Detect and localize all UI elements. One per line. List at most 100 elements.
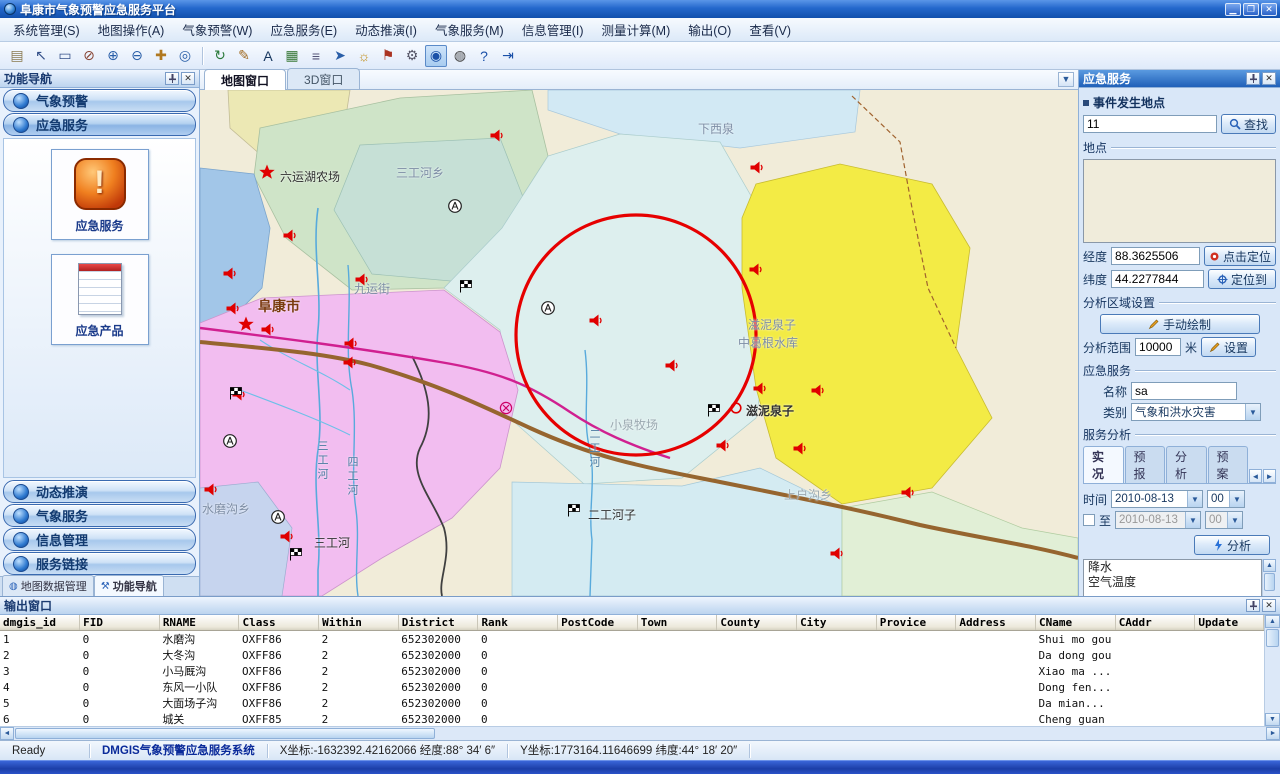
menu-item[interactable]: 应急服务(E) — [261, 17, 346, 42]
scroll-right-icon[interactable]: ► — [1266, 727, 1280, 740]
full-extent-button[interactable]: ◎ — [174, 45, 196, 67]
warning-speaker-icon[interactable] — [753, 382, 768, 397]
scroll-up-icon[interactable]: ▲ — [1263, 559, 1276, 572]
warning-speaker-icon[interactable] — [343, 356, 358, 371]
table-row[interactable]: 10水磨沟OXFF8626523020000Shui mo gou — [0, 631, 1264, 648]
station-marker-icon[interactable] — [541, 301, 556, 316]
scroll-left-icon[interactable]: ◄ — [0, 727, 14, 740]
warning-speaker-icon[interactable] — [283, 229, 298, 244]
pan-button[interactable]: ✚ — [150, 45, 172, 67]
menu-item[interactable]: 气象服务(M) — [426, 17, 513, 42]
column-header[interactable]: Provice — [876, 615, 956, 631]
tabs-scroll-right-icon[interactable]: ► — [1263, 469, 1276, 483]
station-marker-icon[interactable] — [223, 434, 238, 449]
ring-marker-icon[interactable] — [730, 402, 743, 415]
manual-draw-button[interactable]: 手动绘制 — [1100, 314, 1260, 334]
scroll-up-icon[interactable]: ▲ — [1265, 615, 1280, 628]
scroll-down-icon[interactable]: ▼ — [1265, 713, 1280, 726]
close-icon[interactable]: ✕ — [181, 72, 195, 85]
output-vscrollbar[interactable]: ▲ ▼ — [1264, 615, 1280, 726]
nav-button[interactable]: 气象服务 — [3, 504, 196, 527]
chevron-down-icon[interactable]: ▼ — [1245, 404, 1260, 420]
flag-marker-icon[interactable] — [707, 404, 721, 417]
table-row[interactable]: 40东风一小队OXFF8626523020000Dong fen... — [0, 679, 1264, 695]
paste-button[interactable]: ▤ — [6, 45, 28, 67]
pin-icon[interactable] — [165, 72, 179, 85]
map-tab[interactable]: 地图窗口 — [204, 69, 286, 90]
column-header[interactable]: County — [717, 615, 797, 631]
web-globe-button[interactable]: ◉ — [425, 45, 447, 67]
column-header[interactable]: Class — [239, 615, 319, 631]
menu-item[interactable]: 输出(O) — [679, 17, 740, 42]
menu-item[interactable]: 测量计算(M) — [593, 17, 680, 42]
clear-selection-button[interactable]: ⊘ — [78, 45, 100, 67]
column-header[interactable]: CName — [1036, 615, 1116, 631]
warning-speaker-icon[interactable] — [793, 442, 808, 457]
table-row[interactable]: 50大面场子沟OXFF8626523020000Da mian... — [0, 695, 1264, 711]
layer-dropdown-icon[interactable]: ▼ — [1058, 72, 1074, 87]
analysis-range-input[interactable] — [1135, 338, 1181, 356]
analyze-button[interactable]: 分析 — [1194, 535, 1270, 555]
column-header[interactable]: District — [398, 615, 478, 631]
column-header[interactable]: City — [797, 615, 877, 631]
service-name-input[interactable] — [1131, 382, 1237, 400]
nav-button[interactable]: 动态推演 — [3, 480, 196, 503]
warning-speaker-icon[interactable] — [261, 323, 276, 338]
warning-speaker-icon[interactable] — [665, 359, 680, 374]
export-button[interactable]: ⇥ — [497, 45, 519, 67]
warning-speaker-icon[interactable] — [811, 384, 826, 399]
print-button[interactable]: ≡ — [305, 45, 327, 67]
analysis-tab[interactable]: 分析 — [1166, 446, 1207, 483]
flag-tool-button[interactable]: ⚑ — [377, 45, 399, 67]
warning-speaker-icon[interactable] — [490, 129, 505, 144]
bulb-button[interactable]: ☼ — [353, 45, 375, 67]
service-type-select[interactable]: 气象和洪水灾害 ▼ — [1131, 403, 1261, 421]
chevron-down-icon[interactable]: ▼ — [1227, 512, 1242, 528]
column-header[interactable]: RNAME — [159, 615, 239, 631]
settings-gear-button[interactable]: ⚙ — [401, 45, 423, 67]
zoom-out-button[interactable]: ⊖ — [126, 45, 148, 67]
warning-speaker-icon[interactable] — [226, 302, 241, 317]
menu-item[interactable]: 系统管理(S) — [4, 17, 89, 42]
set-range-button[interactable]: 设置 — [1201, 337, 1256, 357]
analysis-tab[interactable]: 实况 — [1083, 446, 1124, 483]
panel-tab[interactable]: ⚒功能导航 — [94, 575, 164, 596]
map-canvas[interactable]: 六运湖农场三工河乡下西泉阜康市九运街滋泥泉子中葛根水库滋泥泉子上户沟乡小泉牧场三… — [200, 90, 1078, 596]
close-icon[interactable]: ✕ — [1262, 599, 1276, 612]
flag-marker-icon[interactable] — [459, 280, 473, 293]
tabs-scroll-left-icon[interactable]: ◄ — [1249, 469, 1262, 483]
chevron-down-icon[interactable]: ▼ — [1185, 512, 1200, 528]
nav-button[interactable]: 应急服务 — [3, 113, 196, 136]
restore-button[interactable]: ❐ — [1243, 3, 1259, 16]
column-header[interactable]: Rank — [478, 615, 558, 631]
star-marker-icon[interactable] — [259, 164, 276, 181]
warning-speaker-icon[interactable] — [355, 273, 370, 288]
menu-item[interactable]: 动态推演(I) — [346, 17, 426, 42]
column-header[interactable]: FID — [80, 615, 160, 631]
panel-tab[interactable]: ◍地图数据管理 — [2, 575, 94, 596]
cross-marker-icon[interactable] — [499, 401, 513, 415]
pin-icon[interactable] — [1246, 72, 1260, 85]
column-header[interactable]: Update — [1195, 615, 1264, 631]
end-date-select[interactable]: 2010-08-13▼ — [1115, 511, 1201, 529]
click-locate-button[interactable]: 点击定位 — [1204, 246, 1276, 266]
select-area-button[interactable]: ▭ — [54, 45, 76, 67]
output-hscrollbar[interactable]: ◄ ► — [0, 726, 1280, 740]
table-row[interactable]: 30小马厩沟OXFF8626523020000Xiao ma ... — [0, 663, 1264, 679]
flag-marker-icon[interactable] — [567, 504, 581, 517]
visibility-eye-button[interactable]: ◍ — [449, 45, 471, 67]
zoom-in-button[interactable]: ⊕ — [102, 45, 124, 67]
analysis-tab[interactable]: 预案 — [1208, 446, 1249, 483]
column-header[interactable]: Town — [637, 615, 717, 631]
chevron-down-icon[interactable]: ▼ — [1229, 491, 1244, 507]
warning-speaker-icon[interactable] — [223, 267, 238, 282]
column-header[interactable]: PostCode — [558, 615, 638, 631]
menu-item[interactable]: 地图操作(A) — [89, 17, 174, 42]
column-header[interactable]: dmgis_id — [0, 615, 80, 631]
emergency-product-tool[interactable]: 应急产品 — [51, 254, 149, 345]
help-button[interactable]: ? — [473, 45, 495, 67]
location-listbox[interactable] — [1083, 159, 1276, 243]
refresh-button[interactable]: ↻ — [209, 45, 231, 67]
analysis-tab[interactable]: 预报 — [1125, 446, 1166, 483]
emergency-service-tool[interactable]: 应急服务 — [51, 149, 149, 240]
